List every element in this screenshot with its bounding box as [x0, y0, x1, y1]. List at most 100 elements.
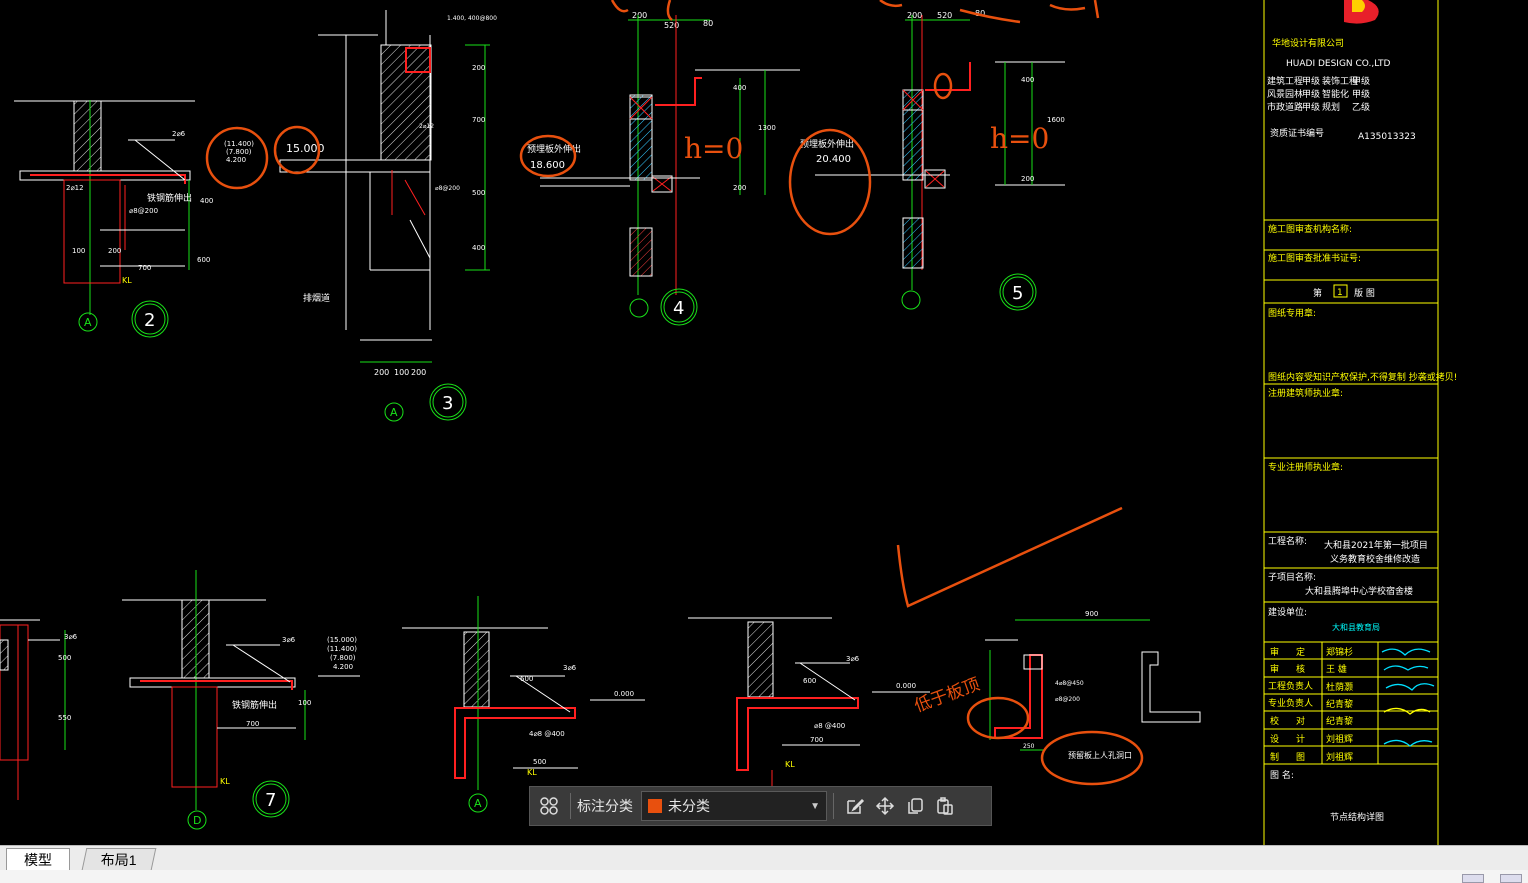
grid-icon[interactable]	[534, 791, 564, 821]
detail-9: 3⌀6 600 700 ⌀8 @400 KL 0.000	[688, 617, 930, 786]
svg-text:2⌀12: 2⌀12	[419, 123, 434, 130]
detail-4-label: 4	[673, 298, 684, 319]
svg-text:200: 200	[1021, 175, 1034, 183]
svg-text:杜荫灏: 杜荫灏	[1326, 681, 1353, 693]
svg-text:建设单位:: 建设单位:	[1268, 606, 1307, 618]
detail-5-label: 5	[1012, 283, 1023, 304]
svg-text:甲级: 甲级	[1352, 88, 1370, 100]
svg-text:200: 200	[907, 11, 922, 20]
svg-text:规划: 规划	[1322, 101, 1340, 113]
svg-text:图: 图	[1296, 752, 1305, 763]
svg-text:3⌀6: 3⌀6	[846, 655, 860, 663]
client-name: 大和县教育局	[1332, 622, 1380, 632]
d2-level-2: (7.800)	[226, 148, 252, 156]
tab-layout1[interactable]: 布局1	[81, 848, 157, 870]
svg-text:专业注册师执业章:: 专业注册师执业章:	[1268, 461, 1343, 473]
svg-text:400: 400	[733, 84, 746, 92]
d2-level-1: (11.400)	[224, 140, 254, 148]
svg-text:KL: KL	[527, 768, 537, 777]
svg-text:版 图: 版 图	[1354, 287, 1375, 299]
svg-text:刘祖辉: 刘祖辉	[1326, 733, 1353, 745]
edit-icon[interactable]	[840, 791, 870, 821]
detail-7-label: 7	[265, 790, 276, 811]
company-name: 华地设计有限公司	[1272, 37, 1344, 49]
svg-text:风景园林: 风景园林	[1267, 88, 1303, 100]
d2-stirrup: ⌀8@200	[129, 207, 158, 215]
svg-text:图 名:: 图 名:	[1270, 769, 1294, 781]
edition-number: 1	[1337, 288, 1343, 298]
svg-text:工程名称:: 工程名称:	[1268, 535, 1307, 547]
svg-text:4⌀8 @400: 4⌀8 @400	[529, 730, 565, 738]
cad-drawing-canvas[interactable]: 2⌀6 2⌀12 ⌀8@200 铁钢筋伸出 100 200 700 400 60…	[0, 0, 1528, 845]
project-name-2: 义务教育校舍维修改造	[1330, 553, 1420, 565]
annotation-toolbar: 标注分类 未分类 ▼	[529, 786, 992, 826]
d5-level: 20.400	[816, 154, 851, 165]
copy-icon[interactable]	[900, 791, 930, 821]
d9-level: 0.000	[896, 682, 916, 690]
svg-text:(7.800): (7.800)	[330, 654, 356, 662]
svg-text:资质证书编号: 资质证书编号	[1270, 127, 1324, 139]
svg-text:图纸专用章:: 图纸专用章:	[1268, 307, 1316, 319]
svg-text:A: A	[84, 316, 92, 329]
separator	[570, 793, 571, 819]
svg-text:乙级: 乙级	[1352, 101, 1370, 113]
svg-text:⌀8@200: ⌀8@200	[1055, 696, 1080, 703]
move-icon[interactable]	[870, 791, 900, 821]
svg-text:(15.000): (15.000)	[327, 636, 357, 644]
svg-text:专业负责人: 专业负责人	[1268, 697, 1313, 709]
svg-text:子项目名称:: 子项目名称:	[1268, 571, 1316, 583]
signatures	[1381, 648, 1435, 747]
svg-text:A: A	[390, 406, 398, 419]
svg-text:市政道路: 市政道路	[1267, 101, 1303, 113]
svg-text:3⌀6: 3⌀6	[282, 636, 296, 644]
d2-rebar: 2⌀12	[66, 184, 84, 192]
detail-10: 900 4⌀8@450 ⌀8@200 250 预留板上人孔洞口	[985, 610, 1201, 760]
separator	[833, 793, 834, 819]
detail-3: 200 700 500 400 1.400, 400@800 2⌀12 ⌀8@2…	[279, 10, 497, 422]
markup-h0-a: h=0	[684, 132, 743, 165]
svg-text:第: 第	[1313, 287, 1322, 299]
svg-text:600: 600	[803, 677, 816, 685]
svg-text:智能化: 智能化	[1322, 88, 1349, 100]
svg-text:1600: 1600	[1047, 116, 1065, 124]
svg-text:550: 550	[58, 714, 71, 722]
svg-text:施工图审查机构名称:: 施工图审查机构名称:	[1268, 223, 1352, 235]
detail-7: 3⌀6 铁钢筋伸出 700 100 KL (15.000) (11.400) (…	[122, 570, 360, 830]
svg-text:80: 80	[703, 19, 713, 28]
svg-text:400: 400	[200, 197, 213, 205]
drawing-name: 节点结构详图	[1330, 811, 1384, 823]
category-select[interactable]: 未分类 ▼	[641, 791, 827, 821]
svg-text:100: 100	[394, 368, 409, 377]
svg-text:1300: 1300	[758, 124, 776, 132]
svg-text:200: 200	[411, 368, 426, 377]
tab-model[interactable]: 模型	[6, 848, 70, 870]
detail-5: 200 520 80 400 1600 200 预埋板外伸出 20.400 5	[800, 9, 1065, 311]
d8-level: 0.000	[614, 690, 634, 698]
svg-text:工程负责人: 工程负责人	[1268, 680, 1313, 692]
status-button[interactable]	[1500, 874, 1522, 883]
svg-text:建筑工程: 建筑工程	[1267, 75, 1303, 87]
title-block: 华地设计有限公司 HUADI DESIGN CO.,LTD 建筑工程 甲级 装饰…	[1263, 0, 1457, 845]
svg-text:注册建筑师执业章:: 注册建筑师执业章:	[1268, 387, 1343, 399]
svg-text:700: 700	[246, 720, 259, 728]
svg-text:200: 200	[108, 247, 121, 255]
status-button[interactable]	[1462, 874, 1484, 883]
detail-3-label: 3	[442, 393, 453, 414]
svg-text:甲级: 甲级	[1302, 75, 1320, 87]
svg-text:100: 100	[298, 699, 311, 707]
svg-text:4⌀8@450: 4⌀8@450	[1055, 680, 1084, 687]
d10-leave: 预留板上人孔洞口	[1068, 750, 1132, 760]
chevron-down-icon: ▼	[810, 800, 820, 812]
svg-text:700: 700	[472, 116, 485, 124]
svg-text:(11.400): (11.400)	[327, 645, 357, 653]
svg-text:520: 520	[937, 11, 952, 20]
d2-steel-label: 铁钢筋伸出	[147, 192, 192, 204]
svg-text:700: 700	[810, 736, 823, 744]
svg-text:计: 计	[1296, 733, 1305, 745]
paste-icon[interactable]	[930, 791, 960, 821]
svg-text:D: D	[193, 814, 201, 827]
svg-text:600: 600	[197, 256, 210, 264]
svg-text:3⌀6: 3⌀6	[64, 633, 78, 641]
detail-8: 3⌀6 600 500 4⌀8 @400 KL 0.000 A	[402, 596, 645, 813]
svg-text:审: 审	[1270, 646, 1279, 658]
